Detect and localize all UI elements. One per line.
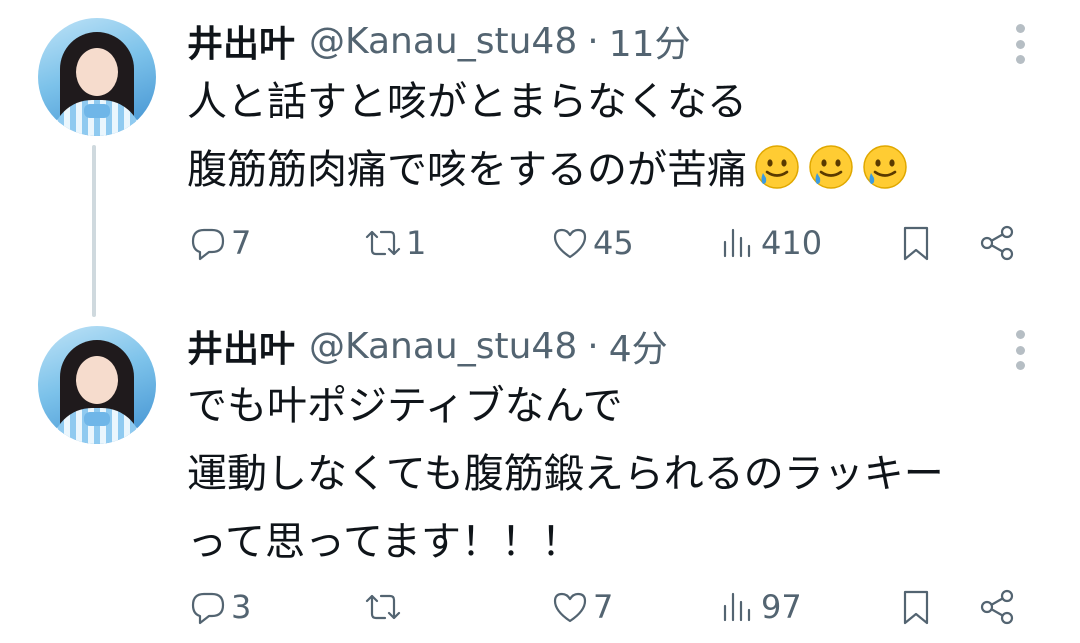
bookmark-icon — [903, 226, 929, 261]
retweet-count: 1 — [406, 224, 427, 262]
retweet-icon — [365, 230, 401, 256]
view-count: 97 — [761, 588, 802, 626]
tweet[interactable]: 井出叶 @Kanau_stu48 · 11分 人と話すと咳がとまらなくなる 腹筋… — [0, 0, 1080, 300]
reply-icon — [191, 228, 225, 261]
share-button[interactable] — [977, 582, 1019, 632]
separator-dot: · — [587, 20, 599, 62]
like-count: 7 — [593, 588, 614, 626]
reply-count: 7 — [231, 224, 252, 262]
action-bar: 7 1 45 410 — [187, 218, 1037, 268]
separator-dot: · — [587, 325, 599, 367]
tweet-text: でも叶ポジティブなんで 運動しなくても腹筋鍛えられるのラッキー って思ってます！… — [187, 372, 944, 576]
timestamp[interactable]: 11分 — [609, 15, 691, 67]
display-name[interactable]: 井出叶 — [187, 320, 295, 372]
retweet-icon — [365, 594, 401, 620]
heart-icon — [553, 228, 587, 259]
retweet-button[interactable]: 1 — [362, 218, 426, 268]
tweet-text-line-with-emoji: 腹筋筋肉痛で咳をするのが苦痛 — [187, 136, 909, 204]
tweet-text-line: でも叶ポジティブなんで — [187, 383, 623, 429]
avatar-bow — [84, 412, 110, 426]
reply-icon — [191, 592, 225, 625]
avatar[interactable] — [38, 326, 156, 444]
view-count: 410 — [761, 224, 823, 262]
reply-count: 3 — [231, 588, 252, 626]
bookmark-button[interactable] — [895, 582, 937, 632]
reply-button[interactable]: 3 — [187, 582, 251, 632]
bookmark-button[interactable] — [895, 218, 937, 268]
avatar-face — [76, 356, 118, 404]
bookmark-icon — [903, 590, 929, 625]
action-bar: 3 7 97 — [187, 582, 1037, 632]
tweet-header: 井出叶 @Kanau_stu48 · 11分 — [187, 15, 691, 67]
views-icon — [723, 228, 751, 258]
share-icon — [980, 225, 1014, 261]
avatar[interactable] — [38, 18, 156, 136]
like-button[interactable]: 7 — [549, 582, 613, 632]
avatar-bow — [84, 104, 110, 118]
tweet-header: 井出叶 @Kanau_stu48 · 4分 — [187, 320, 668, 372]
heart-icon — [553, 592, 587, 623]
tweet[interactable]: 井出叶 @Kanau_stu48 · 4分 でも叶ポジティブなんで 運動しなくて… — [0, 300, 1080, 643]
like-button[interactable]: 45 — [549, 218, 634, 268]
avatar-face — [76, 48, 118, 96]
sweat-smile-emoji-icon — [753, 143, 801, 191]
views-icon — [723, 592, 751, 622]
share-icon — [980, 589, 1014, 625]
tweet-text-line: 運動しなくても腹筋鍛えられるのラッキー — [187, 451, 944, 497]
like-count: 45 — [593, 224, 634, 262]
display-name[interactable]: 井出叶 — [187, 15, 295, 67]
sweat-smile-emoji-icon — [861, 143, 909, 191]
views-button[interactable]: 410 — [717, 218, 822, 268]
retweet-button[interactable] — [362, 582, 406, 632]
timestamp[interactable]: 4分 — [609, 320, 668, 372]
user-handle[interactable]: @Kanau_stu48 — [309, 326, 577, 367]
tweet-text: 人と話すと咳がとまらなくなる 腹筋筋肉痛で咳をするのが苦痛 — [187, 68, 909, 204]
tweet-text-line: って思ってます！！！ — [187, 519, 581, 565]
user-handle[interactable]: @Kanau_stu48 — [309, 21, 577, 62]
tweet-text-line: 腹筋筋肉痛で咳をするのが苦痛 — [187, 147, 747, 193]
tweet-text-line: 人と話すと咳がとまらなくなる — [187, 79, 747, 125]
reply-button[interactable]: 7 — [187, 218, 251, 268]
sweat-smile-emoji-icon — [807, 143, 855, 191]
more-options-icon[interactable] — [1010, 330, 1030, 370]
views-button[interactable]: 97 — [717, 582, 802, 632]
share-button[interactable] — [977, 218, 1019, 268]
more-options-icon[interactable] — [1010, 24, 1030, 64]
